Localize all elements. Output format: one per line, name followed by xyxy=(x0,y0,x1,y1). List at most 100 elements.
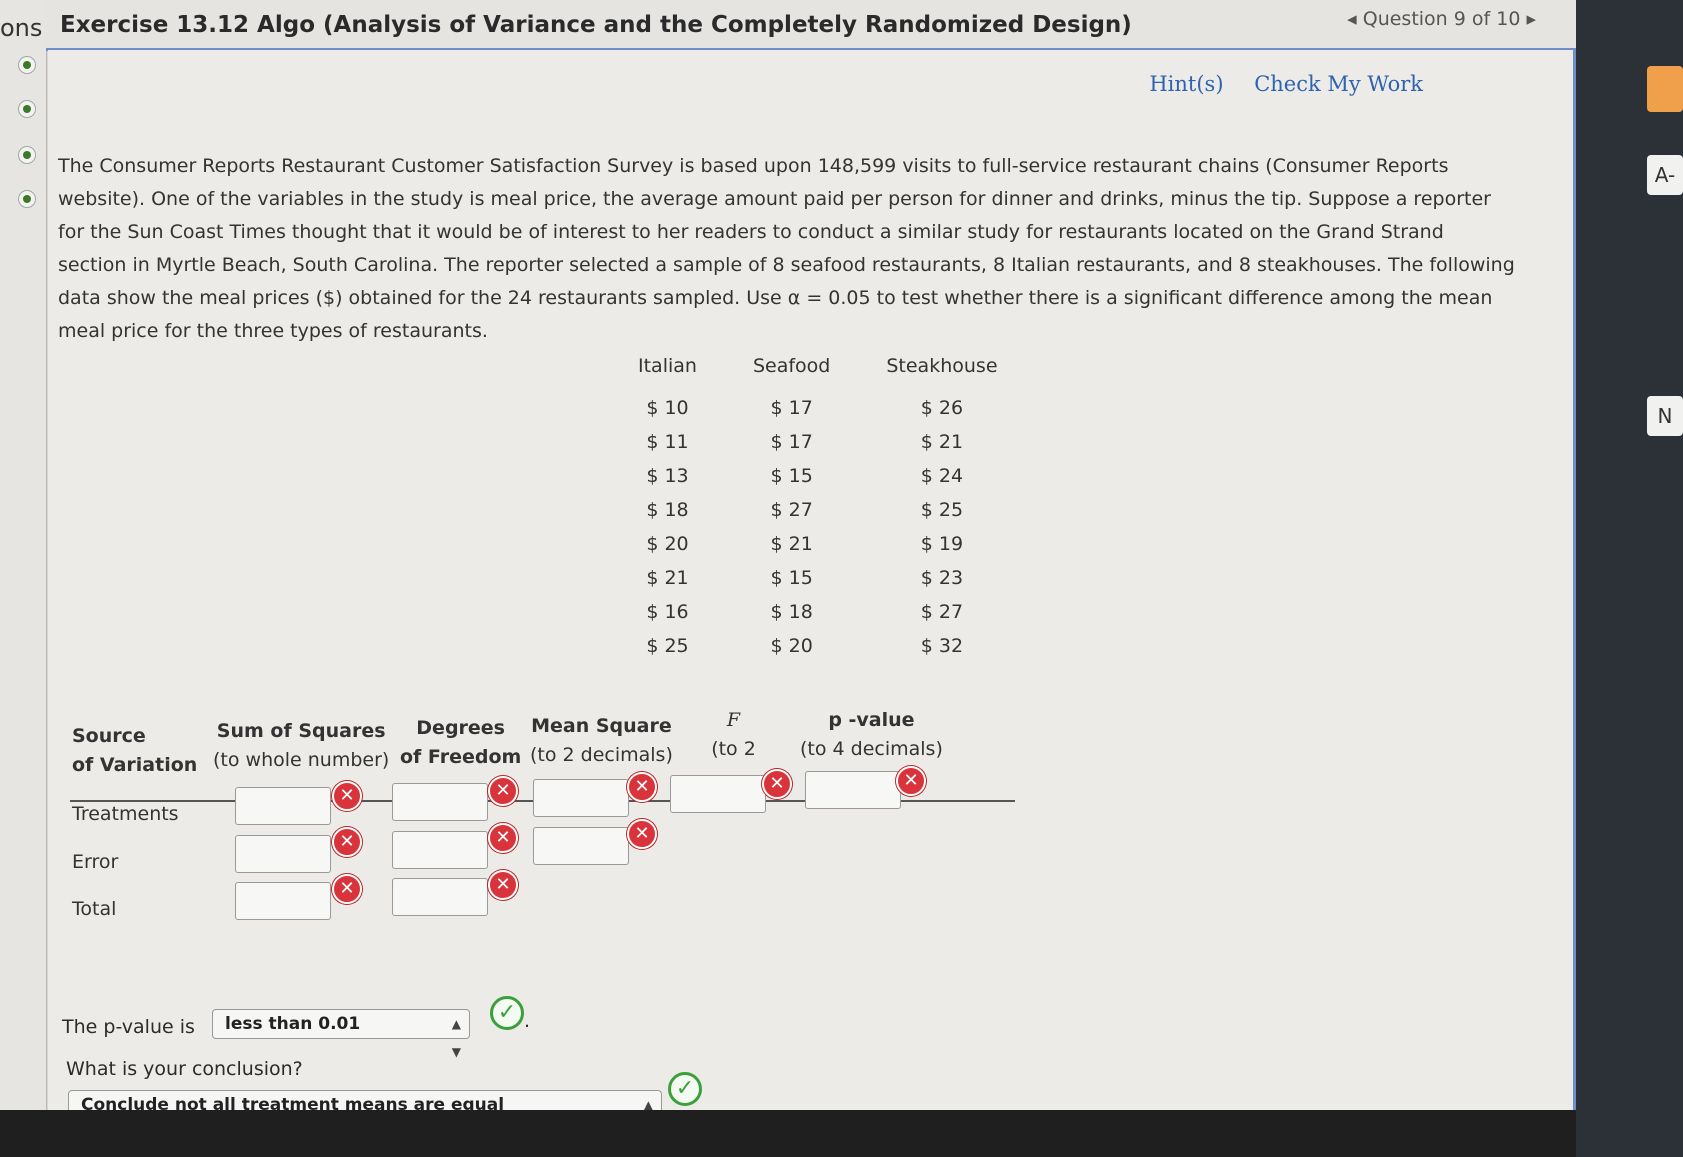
table-cell: $ 27 xyxy=(770,499,813,521)
font-size-badge[interactable]: A- xyxy=(1647,155,1683,195)
p-value-input[interactable] xyxy=(805,771,901,809)
header-ss-line2: (to whole number) xyxy=(213,749,390,771)
select-arrow-icon: ▲▼ xyxy=(451,1017,461,1059)
header-f-line1: F xyxy=(726,709,741,731)
sidebar-tab-label[interactable]: ons xyxy=(0,0,42,42)
question-navigation[interactable]: ◂ Question 9 of 10 ▸ xyxy=(1347,8,1536,30)
header-source: Source of Variation xyxy=(72,725,197,783)
row-label-error: Error xyxy=(72,851,119,873)
correct-icon: ✓ xyxy=(668,1072,702,1106)
treatments-ms-input[interactable] xyxy=(533,779,629,817)
notes-badge[interactable]: N xyxy=(1647,396,1683,436)
incorrect-icon: ✕ xyxy=(896,766,926,796)
header-p-line1: p -value xyxy=(828,709,915,731)
table-cell: $ 15 xyxy=(770,465,813,487)
header-ss-line1: Sum of Squares xyxy=(216,720,386,742)
total-ss-input[interactable] xyxy=(235,882,331,920)
column-header-italian: Italian xyxy=(638,355,697,377)
table-cell: $ 21 xyxy=(770,533,813,555)
table-cell: $ 11 xyxy=(646,431,689,453)
p-value-selected: less than 0.01 xyxy=(225,1014,361,1034)
treatments-df-input[interactable] xyxy=(392,783,488,821)
problem-statement: The Consumer Reports Restaurant Customer… xyxy=(58,155,1515,342)
header-degrees-of-freedom: Degrees of Freedom xyxy=(400,717,521,775)
correct-icon: ✓ xyxy=(490,996,524,1030)
feed-icon[interactable] xyxy=(1647,66,1683,112)
question-status-icon[interactable] xyxy=(18,56,36,74)
column-header-seafood: Seafood xyxy=(752,355,831,377)
f-statistic-input[interactable] xyxy=(670,775,766,813)
table-cell: $ 20 xyxy=(770,635,813,657)
table-cell: $ 10 xyxy=(646,397,689,419)
hints-link[interactable]: Hint(s) xyxy=(1149,72,1223,96)
table-row: $ 10 $ 17 $ 26 xyxy=(610,391,1026,425)
row-label-treatments: Treatments xyxy=(72,803,179,825)
meal-price-table: Italian Seafood Steakhouse $ 10 $ 17 $ 26 … xyxy=(610,355,1026,663)
header-sum-of-squares: Sum of Squares (to whole number) xyxy=(213,720,389,778)
table-row: $ 13 $ 15 $ 24 xyxy=(610,459,1026,493)
error-df-input[interactable] xyxy=(392,831,488,869)
check-my-work-link[interactable]: Check My Work xyxy=(1254,72,1423,96)
table-cell: $ 19 xyxy=(920,533,964,555)
header-df-line1: Degrees xyxy=(416,717,505,739)
header-df-line2: of Freedom xyxy=(400,746,522,768)
question-status-icon[interactable] xyxy=(18,190,36,208)
error-ss-input[interactable] xyxy=(235,835,331,873)
table-cell: $ 21 xyxy=(646,567,689,589)
exercise-header: Exercise 13.12 Algo (Analysis of Varianc… xyxy=(46,0,1576,51)
incorrect-icon: ✕ xyxy=(488,776,518,806)
table-cell: $ 25 xyxy=(646,635,689,657)
incorrect-icon: ✕ xyxy=(332,781,362,811)
question-status-icon[interactable] xyxy=(18,146,36,164)
table-cell: $ 21 xyxy=(920,431,964,453)
header-ms-line2: (to 2 decimals) xyxy=(530,744,673,766)
table-cell: $ 16 xyxy=(646,601,689,623)
table-row: $ 25 $ 20 $ 32 xyxy=(610,629,1026,663)
incorrect-icon: ✕ xyxy=(762,769,792,799)
question-status-icon[interactable] xyxy=(18,100,36,118)
table-row: $ 20 $ 21 $ 19 xyxy=(610,527,1026,561)
incorrect-icon: ✕ xyxy=(332,874,362,904)
header-source-line2: of Variation xyxy=(72,754,198,776)
table-cell: $ 17 xyxy=(770,431,813,453)
exercise-title: Exercise 13.12 Algo (Analysis of Varianc… xyxy=(60,12,1132,38)
table-cell: $ 24 xyxy=(920,465,964,487)
table-cell: $ 27 xyxy=(920,601,964,623)
table-cell: $ 25 xyxy=(920,499,964,521)
incorrect-icon: ✕ xyxy=(627,772,657,802)
question-list-sidebar: ons xyxy=(0,0,47,1157)
total-df-input[interactable] xyxy=(392,878,488,916)
table-cell: $ 26 xyxy=(920,397,964,419)
table-row: $ 11 $ 17 $ 21 xyxy=(610,425,1026,459)
header-p-line2: (to 4 decimals) xyxy=(800,738,943,760)
help-links: Hint(s) Check My Work xyxy=(1125,72,1423,96)
incorrect-icon: ✕ xyxy=(488,870,518,900)
table-cell: $ 20 xyxy=(646,533,689,555)
table-cell: $ 18 xyxy=(770,601,813,623)
table-cell: $ 13 xyxy=(646,465,689,487)
table-cell: $ 17 xyxy=(770,397,813,419)
incorrect-icon: ✕ xyxy=(332,827,362,857)
table-cell: $ 23 xyxy=(920,567,964,589)
header-source-line1: Source xyxy=(72,725,146,747)
table-cell: $ 15 xyxy=(770,567,813,589)
conclusion-question-label: What is your conclusion? xyxy=(66,1058,303,1080)
incorrect-icon: ✕ xyxy=(488,823,518,853)
row-label-total: Total xyxy=(72,898,117,920)
table-row: $ 16 $ 18 $ 27 xyxy=(610,595,1026,629)
p-value-question-label: The p-value is xyxy=(62,1016,195,1038)
bottom-bezel xyxy=(0,1110,1576,1157)
error-ms-input[interactable] xyxy=(533,827,629,865)
column-header-steakhouse: Steakhouse xyxy=(886,355,998,377)
header-ms-line1: Mean Square xyxy=(531,715,672,737)
p-value-select[interactable]: less than 0.01 ▲ ▼ xyxy=(212,1009,470,1059)
table-row: $ 18 $ 27 $ 25 xyxy=(610,493,1026,527)
table-cell: $ 32 xyxy=(920,635,964,657)
incorrect-icon: ✕ xyxy=(627,819,657,849)
header-p-value: p -value (to 4 decimals) xyxy=(800,709,943,767)
treatments-ss-input[interactable] xyxy=(235,787,331,825)
header-mean-square: Mean Square (to 2 decimals) xyxy=(530,715,673,773)
p-value-sentence-period: . xyxy=(524,1010,531,1032)
table-row: $ 21 $ 15 $ 23 xyxy=(610,561,1026,595)
table-cell: $ 18 xyxy=(646,499,689,521)
